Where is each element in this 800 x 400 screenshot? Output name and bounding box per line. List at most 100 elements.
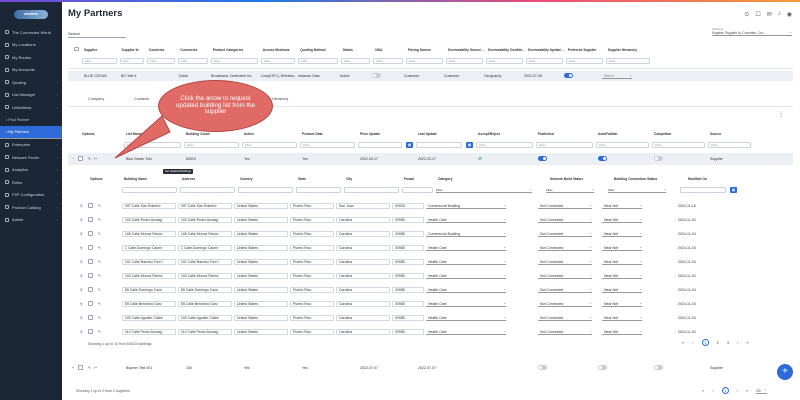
column-header[interactable]: AutoPublish: [596, 132, 652, 136]
user-avatar-icon[interactable]: ◉: [787, 11, 792, 18]
row-checkbox-cell[interactable]: [76, 365, 86, 371]
country-input[interactable]: United States: [234, 315, 288, 321]
column-header[interactable]: Product Categories: [211, 48, 261, 52]
category-select[interactable]: Commercial Building: [426, 232, 506, 237]
network-status-select[interactable]: Not Connected: [538, 316, 592, 321]
checkbox[interactable]: [88, 329, 93, 334]
address-input[interactable]: 100 Calle Agustin Cabre: [178, 315, 232, 321]
nda-toggle[interactable]: [372, 73, 381, 78]
sidebar-item[interactable]: Product Catalog ›: [0, 201, 62, 214]
column-header[interactable]: Countries: [147, 48, 178, 52]
filter-select[interactable]: Filter: [608, 187, 666, 193]
checkbox[interactable]: [88, 273, 93, 278]
filter-input[interactable]: Filter: [119, 58, 144, 64]
address-input[interactable]: 85 Calle Domingo Cace: [178, 287, 232, 293]
checkbox-cell[interactable]: [86, 217, 96, 223]
network-status-select[interactable]: Not Connected: [538, 288, 592, 293]
network-status-select[interactable]: Not Connected: [538, 302, 592, 307]
page-number[interactable]: 1: [721, 387, 729, 394]
checkbox-cell[interactable]: [86, 273, 96, 279]
city-input[interactable]: Carolina: [336, 259, 390, 265]
edit-icon[interactable]: ✎: [88, 157, 91, 161]
building-name-input[interactable]: 1 Calle Domingo Cacen: [122, 245, 176, 251]
filter-input[interactable]: Filter: [184, 142, 239, 148]
address-input[interactable]: 110 Calle Pedro Arcaag: [178, 329, 232, 335]
column-header[interactable]: Building Connection Status: [612, 177, 686, 181]
sidebar-subitem[interactable]: • Find Partner: [0, 114, 62, 127]
sidebar-item[interactable]: Unlimitless ›: [0, 101, 62, 114]
filter-input[interactable]: Filter: [652, 142, 705, 148]
filter-input[interactable]: Filter: [300, 142, 355, 148]
network-status-select[interactable]: Not Connected: [538, 274, 592, 279]
network-status-select[interactable]: Not Connected: [538, 204, 592, 209]
competitor-toggle[interactable]: [654, 156, 663, 161]
address-input[interactable]: 1 Calle Domingo Cacen: [178, 245, 232, 251]
edit-icon[interactable]: ✎: [96, 274, 122, 278]
checkbox[interactable]: [88, 231, 93, 236]
column-header[interactable]: Active: [242, 132, 300, 136]
edit-icon[interactable]: ✎: [96, 218, 122, 222]
building-name-input[interactable]: 102 Calle Pedro Arcaag: [122, 217, 176, 223]
sidebar-subitem[interactable]: • My Partners: [0, 125, 62, 139]
building-row[interactable]: ⚲ ✎ 55 Calle Bernardo Garc 55 Calle Bernard…: [78, 298, 786, 310]
pin-icon[interactable]: ⚲: [78, 246, 86, 250]
category-select[interactable]: Health Care: [426, 288, 506, 293]
checkbox[interactable]: [78, 365, 83, 370]
filter-input[interactable]: Filter: [242, 142, 297, 148]
mail-icon[interactable]: ✉: [767, 11, 772, 18]
filter-input[interactable]: Filter: [373, 58, 403, 64]
connection-status-select[interactable]: Near Net: [602, 330, 642, 335]
edit-icon[interactable]: ✎: [96, 302, 122, 306]
filter-input[interactable]: Filter: [260, 58, 296, 64]
filter-input[interactable]: [358, 142, 402, 148]
building-row[interactable]: ⚲ ✎ 1 Calle Domingo Cacen 1 Calle Domingo C…: [78, 242, 786, 254]
competitor-toggle[interactable]: [654, 365, 663, 370]
autopublish-cell[interactable]: [596, 365, 652, 371]
column-header[interactable]: Last Update: [416, 132, 476, 136]
address-input[interactable]: 55 Calle Bernardo Garc: [178, 301, 232, 307]
tab-hierarchy[interactable]: Hierarchy: [272, 97, 318, 101]
edit-icon[interactable]: ✎: [96, 288, 122, 292]
pager-nav-icon[interactable]: »: [746, 340, 748, 345]
pin-icon[interactable]: ⚲: [78, 218, 86, 222]
address-input[interactable]: 106 Calle Munoz Rivera: [178, 231, 232, 237]
pin-icon[interactable]: ⚲: [78, 330, 86, 334]
category-select[interactable]: Health Care: [426, 260, 506, 265]
filter-input[interactable]: Filter: [340, 58, 371, 64]
sidebar-item[interactable]: Enterprise ›: [0, 139, 62, 152]
column-header[interactable]: Price Update: [358, 132, 416, 136]
supplier-row[interactable]: BLUE OCEAN BO Test # Dollar Broadband, Dedi…: [68, 71, 793, 81]
filter-input[interactable]: Filter: [82, 58, 117, 64]
filter-input[interactable]: Filter: [445, 58, 483, 64]
sidebar-item[interactable]: The Connected World: [0, 26, 62, 39]
category-select[interactable]: Health Care: [426, 316, 506, 321]
published-toggle[interactable]: [538, 365, 547, 370]
address-input[interactable]: 103 Calle Munoz Rivera: [178, 273, 232, 279]
checkbox[interactable]: [88, 259, 93, 264]
refresh-arrow-icon[interactable]: ↩: [94, 366, 97, 370]
state-input[interactable]: Puerto Rico: [290, 287, 334, 293]
search-input[interactable]: Search: [68, 32, 126, 38]
autopublish-toggle[interactable]: [598, 156, 607, 161]
checkbox-cell[interactable]: [86, 301, 96, 307]
checkbox-cell[interactable]: [86, 231, 96, 237]
city-input[interactable]: Carolina: [336, 315, 390, 321]
expand-icon[interactable]: +: [68, 366, 76, 370]
sidebar-item[interactable]: Quoting ›: [0, 76, 62, 89]
city-input[interactable]: Carolina: [336, 287, 390, 293]
pager-nav-icon[interactable]: «: [682, 340, 684, 345]
postal-input[interactable]: 00985: [392, 287, 424, 293]
category-select[interactable]: Health Care: [426, 274, 506, 279]
pin-icon[interactable]: ⚲: [78, 274, 86, 278]
filter-input[interactable]: [680, 187, 726, 193]
country-input[interactable]: United States: [234, 329, 288, 335]
column-header[interactable]: Product Data: [300, 132, 358, 136]
category-select[interactable]: Commercial Building: [426, 204, 506, 209]
city-input[interactable]: Carolina: [336, 329, 390, 335]
sidebar-item[interactable]: Network Finder ›: [0, 151, 62, 164]
pin-icon[interactable]: ⚲: [78, 260, 86, 264]
checkbox[interactable]: [88, 217, 93, 222]
filter-input[interactable]: [122, 187, 177, 193]
notifications-icon[interactable]: ☐: [755, 11, 760, 18]
state-input[interactable]: Puerto Rico: [290, 259, 334, 265]
